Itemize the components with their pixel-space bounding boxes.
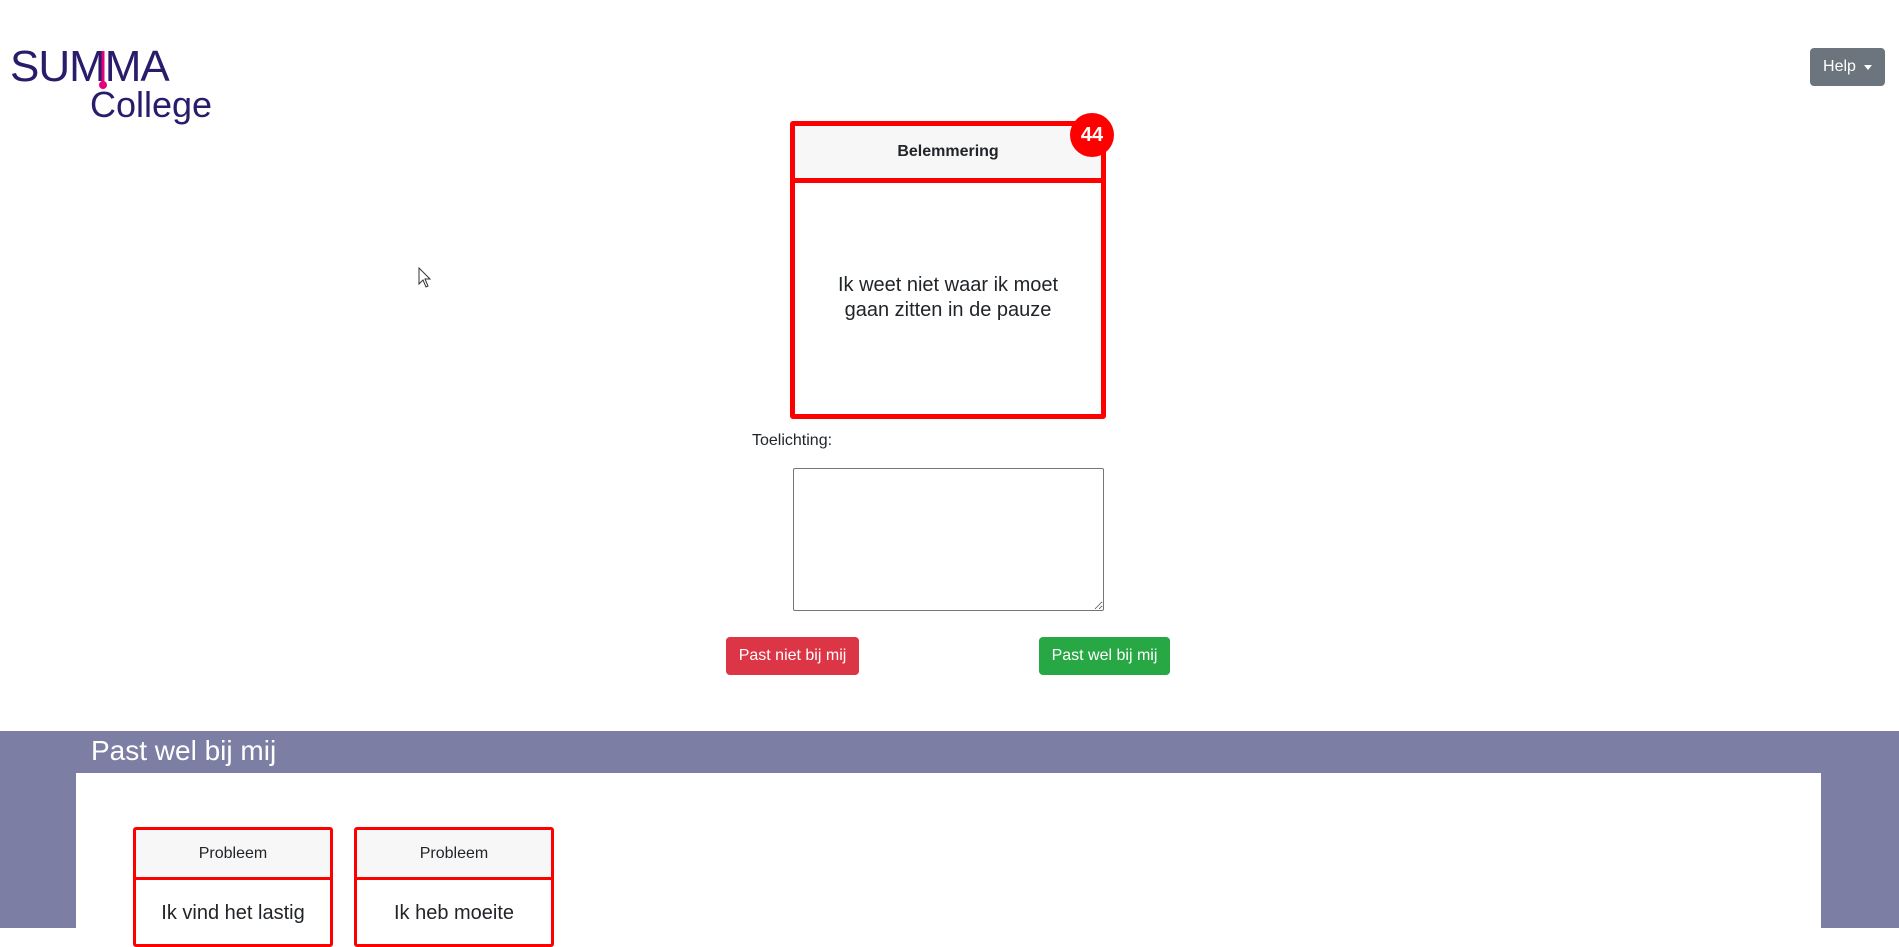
current-card-text: Ik weet niet waar ik moet gaan zitten in… — [837, 274, 1059, 321]
past-wel-bij-mij-section: Past wel bij mij Probleem Ik vind het la… — [0, 731, 1899, 947]
past-wel-bij-mij-button[interactable]: Past wel bij mij — [1039, 637, 1170, 675]
fit-card[interactable]: Probleem Ik vind het lastig — [133, 827, 333, 947]
fit-card-header: Probleem — [357, 830, 551, 880]
current-card[interactable]: Belemmering Ik weet niet waar ik moet ga… — [790, 121, 1106, 419]
logo-line-2: College — [90, 84, 213, 125]
current-card-header: Belemmering — [795, 126, 1101, 183]
help-dropdown-button[interactable]: Help — [1810, 48, 1885, 86]
fit-card[interactable]: Probleem Ik heb moeite — [354, 827, 554, 947]
caret-down-icon — [1863, 64, 1872, 70]
section-panel: Probleem Ik vind het lastig Probleem Ik … — [76, 773, 1821, 947]
section-title: Past wel bij mij — [91, 735, 277, 766]
toelichting-textarea[interactable] — [793, 468, 1104, 611]
fit-card-text: Ik heb moeite — [393, 902, 515, 924]
fit-card-text: Ik vind het lastig — [161, 902, 305, 924]
past-niet-bij-mij-button[interactable]: Past niet bij mij — [726, 637, 859, 675]
toelichting-label: Toelichting: — [752, 432, 833, 449]
fit-card-header: Probleem — [136, 830, 330, 880]
mouse-cursor-icon — [418, 267, 432, 288]
summa-college-logo: SUMMA College — [10, 45, 220, 125]
help-label: Help — [1823, 58, 1856, 75]
remaining-count-badge: 44 — [1070, 113, 1114, 157]
